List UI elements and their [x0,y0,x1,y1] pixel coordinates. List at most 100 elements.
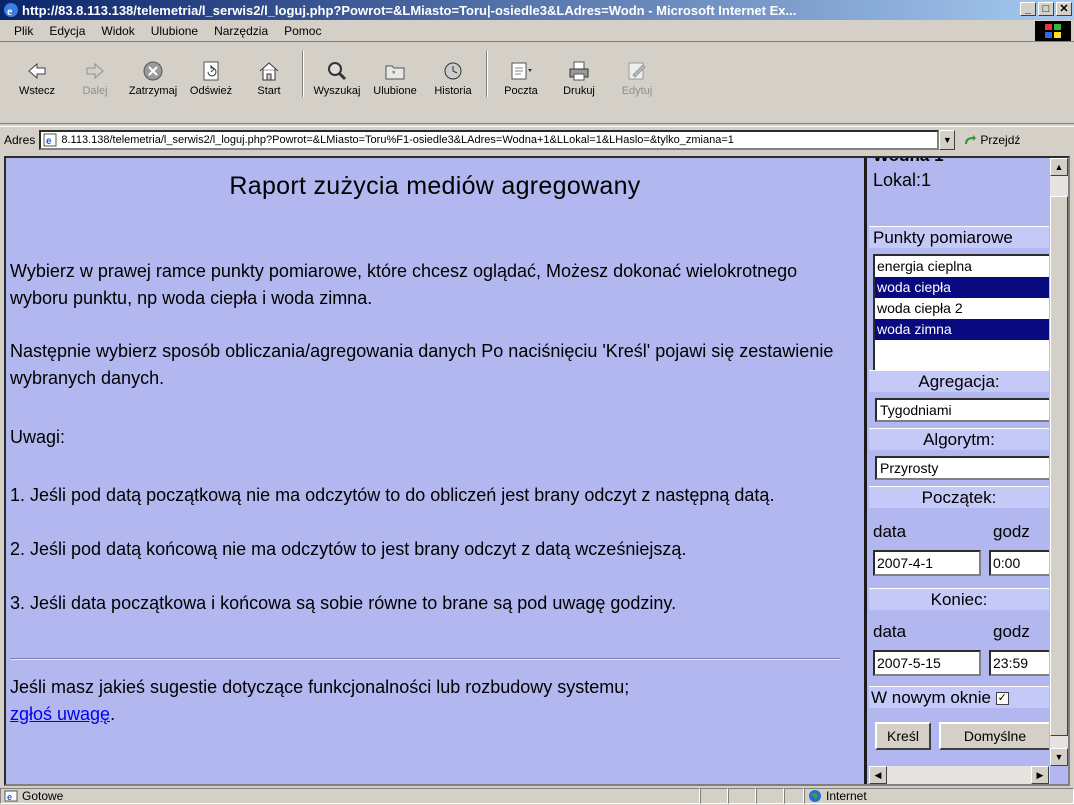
ie-logo-icon: e [4,3,18,18]
menu-bar: Plik Edycja Widok Ulubione Narzędzia Pom… [0,20,1074,42]
refresh-icon [203,61,219,81]
note-2: 2. Jeśli pod datą końcową nie ma odczytó… [10,539,687,559]
start-hour-label: godz [993,522,1030,541]
start-label: Początek: [869,486,1049,508]
svg-text:e: e [46,136,52,147]
forward-button[interactable]: Dalej [66,47,124,99]
points-label: Punkty pomiarowe [869,226,1049,248]
start-hour-input[interactable]: 0:00 [989,550,1049,576]
go-label: Przejdź [980,132,1021,147]
windows-logo-icon [1035,21,1071,41]
scroll-left-button[interactable]: ◀ [869,766,887,784]
menu-view[interactable]: Widok [93,24,142,38]
address-url: 8.113.138/telemetria/l_serwis2/l_loguj.p… [61,133,734,146]
point-option[interactable]: woda ciepła [875,277,1049,298]
page-title: Raport zużycia mediów agregowany [229,172,641,200]
new-window-checkbox[interactable]: ✓ [995,692,1009,706]
options-frame: Wodna 1 Lokal:1 Punkty pomiarowe energia… [864,158,1068,784]
point-option[interactable]: woda ciepła 2 [875,298,1049,319]
end-label: Koniec: [869,588,1049,610]
forward-label: Dalej [82,85,108,97]
vertical-scrollbar[interactable]: ▲ ▼ [1050,158,1068,766]
close-button[interactable]: ✕ [1056,2,1072,16]
home-button[interactable]: Start [240,47,298,99]
mail-label: Poczta [504,85,538,97]
stop-button[interactable]: Zatrzymaj [124,47,182,99]
favorites-button[interactable]: * Ulubione [366,47,424,99]
menu-tools[interactable]: Narzędzia [206,24,276,38]
refresh-label: Odśwież [189,85,233,97]
start-date-input[interactable]: 2007-4-1 [873,550,981,576]
zone-label: Internet [826,789,867,803]
menu-help[interactable]: Pomoc [276,24,329,38]
notes-heading: Uwagi: [10,427,66,447]
back-arrow-icon [28,62,46,80]
scroll-up-button[interactable]: ▲ [1050,158,1068,176]
go-arrow-icon [965,134,977,144]
end-date-label: data [873,622,907,641]
svg-text:*: * [392,69,396,79]
zone-cell: Internet [804,788,1074,804]
next-step-text: Następnie wybierz sposób obliczania/agre… [10,341,834,388]
scroll-down-button[interactable]: ▼ [1050,748,1068,766]
end-hour-label: godz [993,622,1030,641]
new-window-row: W nowym oknie ✓ [869,686,1049,708]
new-window-label: W nowym oknie [871,688,991,707]
back-button[interactable]: Wstecz [8,47,66,99]
point-option[interactable]: energia cieplna [875,256,1049,277]
globe-icon [809,790,821,802]
minimize-button[interactable]: _ [1020,2,1036,16]
window-title: http://83.8.113.138/telemetria/l_serwis2… [22,2,797,18]
mail-button[interactable]: Poczta [492,47,550,99]
menu-favorites[interactable]: Ulubione [143,24,206,38]
home-label: Start [257,85,281,97]
address-bar: Adres e 8.113.138/telemetria/l_serwis2/l… [0,126,1074,152]
note-1: 1. Jeśli pod datą początkową nie ma odcz… [10,485,775,505]
horizontal-scrollbar[interactable]: ◀ ▶ [869,766,1050,784]
draw-button[interactable]: Kreśl [875,722,931,750]
main-frame: Raport zużycia mediów agregowany Wybierz… [6,158,864,784]
favorites-folder-icon: * [385,65,405,80]
page-content: Raport zużycia mediów agregowany Wybierz… [4,156,1070,786]
page-icon: e [43,133,57,147]
point-option[interactable]: woda zimna [875,319,1049,340]
scroll-right-button[interactable]: ▶ [1031,766,1049,784]
address-dropdown-button[interactable]: ▼ [939,129,956,150]
go-button[interactable]: Przejdź [963,133,1020,147]
back-label: Wstecz [18,85,56,97]
edit-label: Edytuj [621,85,653,97]
edit-button[interactable]: Edytuj [608,47,666,99]
refresh-button[interactable]: Odśwież [182,47,240,99]
aggregation-label: Agregacja: [869,370,1049,392]
search-button[interactable]: Wyszukaj [308,47,366,99]
edit-icon [628,62,646,80]
menu-file[interactable]: Plik [6,24,41,38]
feedback-end: . [110,704,116,724]
printer-icon [569,61,589,81]
points-listbox[interactable]: energia cieplna woda ciepła woda ciepła … [873,254,1049,388]
history-icon [444,62,462,80]
address-header: Wodna 1 [873,158,944,166]
intro-text: Wybierz w prawej ramce punkty pomiarowe,… [10,261,798,308]
algorithm-select[interactable]: Przyrosty [875,456,1049,480]
menu-edit[interactable]: Edycja [41,24,93,38]
page-loaded-icon: e [4,790,18,802]
default-button[interactable]: Domyślne [939,722,1049,750]
end-date-input[interactable]: 2007-5-15 [873,650,981,676]
print-button[interactable]: Drukuj [550,47,608,99]
mail-icon [511,62,532,80]
history-button[interactable]: Historia [424,47,482,99]
end-hour-input[interactable]: 23:59 [989,650,1049,676]
address-input[interactable]: e 8.113.138/telemetria/l_serwis2/l_loguj… [39,129,940,150]
favorites-label: Ulubione [373,85,417,97]
search-icon [328,62,347,81]
aggregation-select[interactable]: Tygodniami [875,398,1049,422]
scroll-thumb[interactable] [1050,196,1068,736]
maximize-button[interactable]: □ [1038,2,1054,16]
print-label: Drukuj [563,85,595,97]
status-bar: e Gotowe Internet [0,787,1074,805]
home-icon [259,62,279,81]
toolbar: Wstecz Dalej Zatrzymaj Odśwież Start Wys… [0,43,1074,124]
title-bar: e http://83.8.113.138/telemetria/l_serwi… [0,0,1074,20]
feedback-link[interactable]: zgłoś uwagę [10,704,110,724]
